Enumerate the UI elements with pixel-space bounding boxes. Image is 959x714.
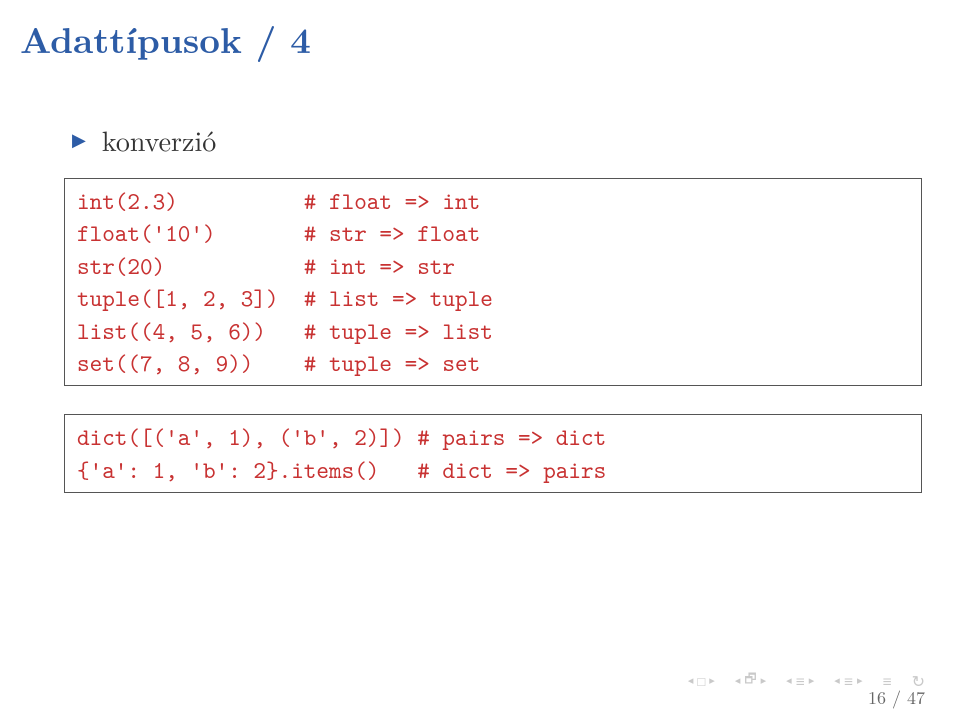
nav-subsection[interactable]: ◂ ≡ ▸ xyxy=(786,669,814,692)
nav-line-icon: ≡ xyxy=(796,669,805,692)
nav-prev-icon: ◂ xyxy=(735,673,741,688)
nav-prev-icon: ◂ xyxy=(834,673,840,688)
nav-frame[interactable]: ◂ 🗗 ▸ xyxy=(735,668,766,692)
nav-section[interactable]: ◂ ≡ ▸ xyxy=(834,669,862,692)
page-title: Adattípusok / 4 xyxy=(20,12,311,64)
nav-next-icon: ▸ xyxy=(761,673,767,688)
nav-slide-icon: □ xyxy=(697,671,705,690)
page-number: 16 / 47 xyxy=(868,685,925,710)
code-block-2: dict([('a', 1), ('b', 2)]) # pairs => di… xyxy=(64,414,922,493)
bullet-item: ▶ konverzió xyxy=(72,120,919,160)
nav-prev-icon: ◂ xyxy=(688,673,694,688)
nav-next-icon: ▸ xyxy=(709,673,715,688)
bullet-text: konverzió xyxy=(102,120,216,160)
nav-line-icon: ≡ xyxy=(844,669,853,692)
nav-next-icon: ▸ xyxy=(809,673,815,688)
slide: Adattípusok / 4 ▶ konverzió int(2.3) # f… xyxy=(0,0,959,714)
code-block-1: int(2.3) # float => int float('10') # st… xyxy=(64,178,922,386)
nav-prev-icon: ◂ xyxy=(786,673,792,688)
nav-slide[interactable]: ◂ □ ▸ xyxy=(688,671,715,690)
nav-frame-icon: 🗗 xyxy=(744,668,756,692)
triangle-icon: ▶ xyxy=(72,131,86,149)
nav-next-icon: ▸ xyxy=(857,673,863,688)
content-area: ▶ konverzió int(2.3) # float => int floa… xyxy=(64,120,919,521)
